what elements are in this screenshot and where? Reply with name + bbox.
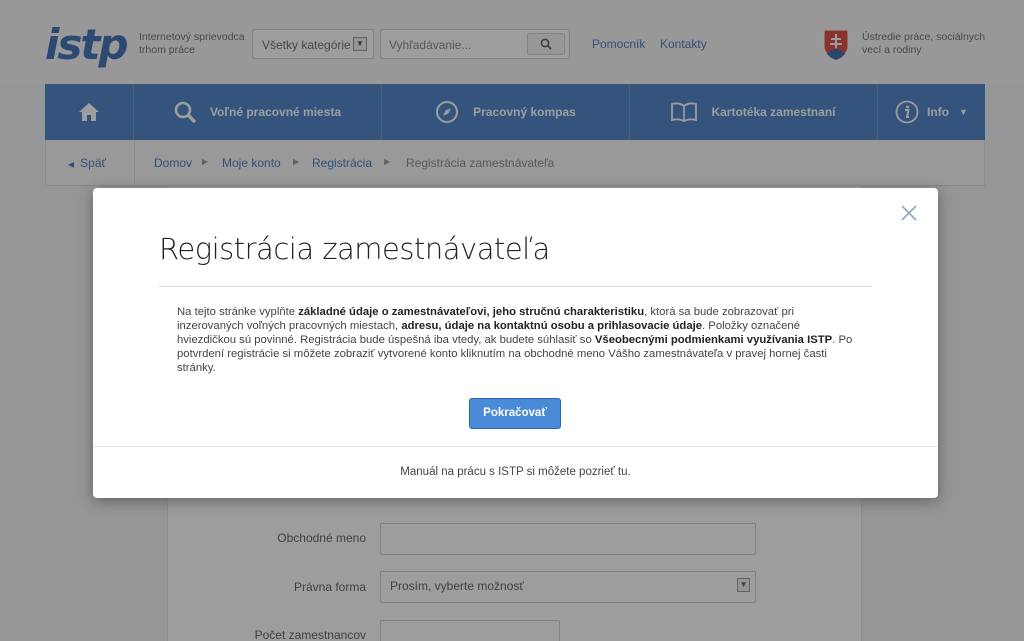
modal-title: Registrácia zamestnávateľa (159, 232, 550, 266)
body-bold-text: základné údaje o zamestnávateľovi, jeho … (298, 306, 645, 318)
body-text: Na tejto stránke vyplňte (177, 306, 299, 318)
divider (93, 446, 938, 447)
body-bold-text: adresu, údaje na kontaktnú osobu a prihl… (401, 320, 703, 332)
divider (159, 286, 872, 287)
terms-link[interactable]: Všeobecnými podmienkami využívania ISTP (595, 334, 832, 346)
registration-info-modal: Registrácia zamestnávateľa Na tejto strá… (93, 188, 938, 498)
continue-button[interactable]: Pokračovať (469, 398, 561, 429)
modal-body-text: Na tejto stránke vyplňte základné údaje … (177, 305, 855, 375)
manual-link-text[interactable]: Manuál na prácu s ISTP si môžete pozrieť… (93, 466, 938, 478)
close-icon[interactable] (900, 204, 918, 222)
